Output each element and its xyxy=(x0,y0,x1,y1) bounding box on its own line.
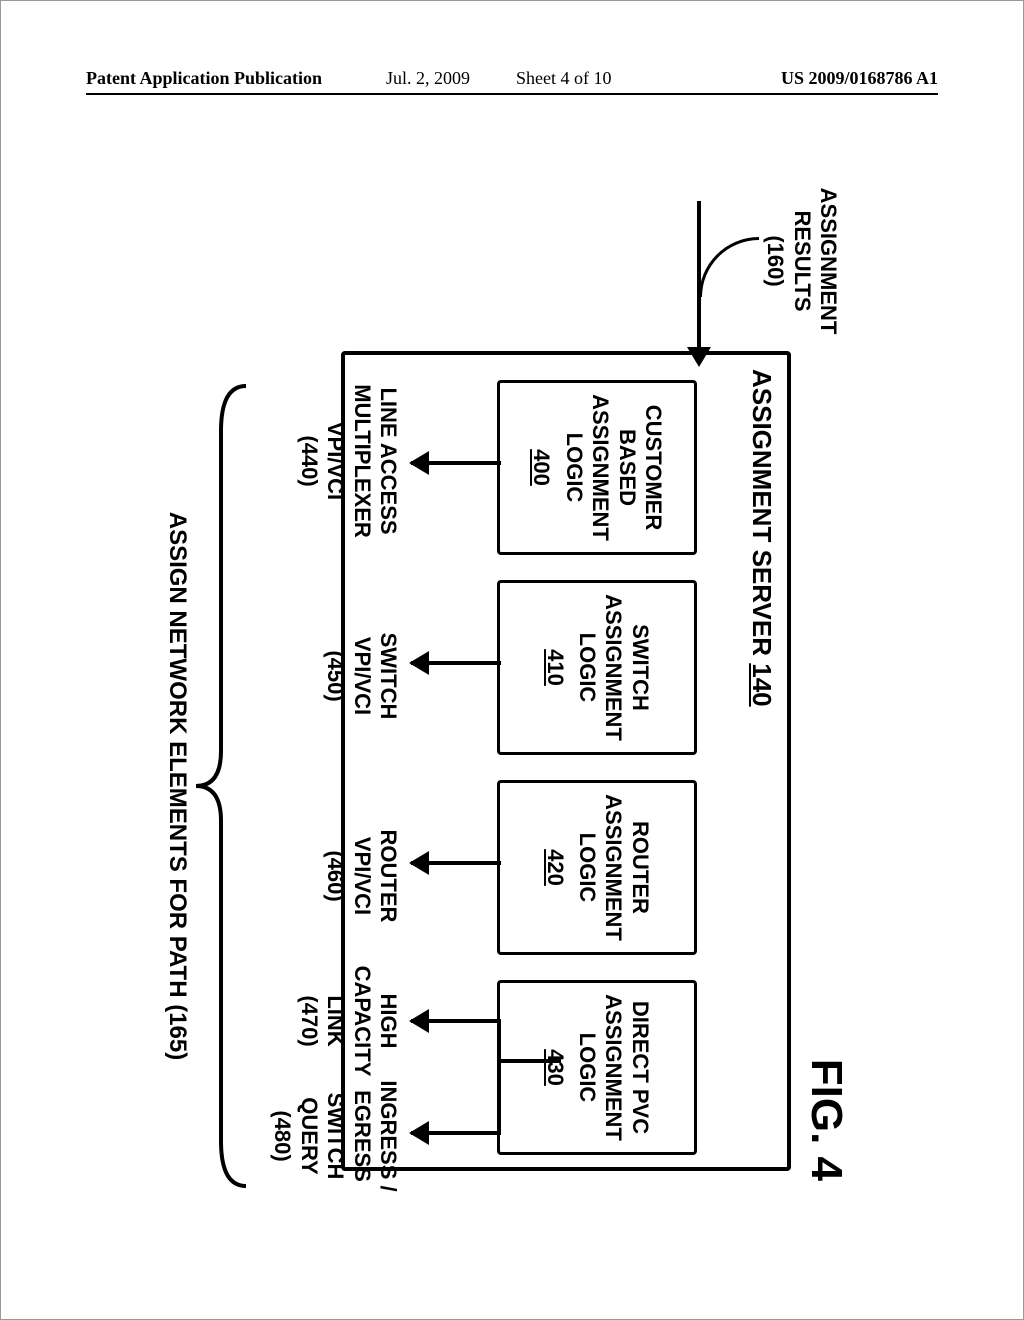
arrow-down-icon xyxy=(411,1019,501,1023)
output-switch-vpivci: SWITCH VPI/VCI (450) xyxy=(322,581,401,771)
o5-l2: EGRESS xyxy=(350,1090,375,1182)
logic4-l3: LOGIC xyxy=(574,1033,600,1103)
logic2-ref: 410 xyxy=(541,649,567,686)
o1-l1: LINE ACCESS xyxy=(376,387,401,534)
logic3-l3: LOGIC xyxy=(574,833,600,903)
direct-pvc-assignment-logic-box: DIRECT PVC ASSIGNMENT LOGIC 430 xyxy=(497,980,697,1155)
output-line-access-multiplexer: LINE ACCESS MULTIPLEXER VPI/VCI (440) xyxy=(295,366,401,556)
logic1-l3: ASSIGNMENT xyxy=(587,394,613,541)
logic3-l1: ROUTER xyxy=(626,821,652,914)
logic2-l1: SWITCH xyxy=(626,624,652,711)
customer-based-assignment-logic-box: CUSTOMER BASED ASSIGNMENT LOGIC 400 xyxy=(497,380,697,555)
header-pubno: US 2009/0168786 A1 xyxy=(781,68,938,89)
figure-stage: FIG. 4 ASSIGNMENT RESULTS (160) ASSIGNME… xyxy=(131,161,851,1211)
logic3-l2: ASSIGNMENT xyxy=(600,794,626,941)
input-label-l3: (160) xyxy=(763,235,788,286)
logic1-l4: LOGIC xyxy=(560,433,586,503)
figure-caption: ASSIGN NETWORK ELEMENTS FOR PATH (165) xyxy=(163,381,191,1191)
input-label-l1: ASSIGNMENT xyxy=(816,188,841,335)
switch-assignment-logic-box: SWITCH ASSIGNMENT LOGIC 410 xyxy=(497,580,697,755)
logic3-ref: 420 xyxy=(541,849,567,886)
o3-l1: ROUTER xyxy=(376,830,401,923)
input-arrow-shaft xyxy=(697,201,701,351)
o3-l2: VPI/VCI xyxy=(350,837,375,915)
header-sheet: Sheet 4 of 10 xyxy=(516,68,611,89)
logic4-l2: ASSIGNMENT xyxy=(600,994,626,1141)
server-title-ref: 140 xyxy=(747,663,777,706)
input-label-l2: RESULTS xyxy=(790,210,815,311)
logic1-l1: CUSTOMER xyxy=(640,405,666,531)
arrow-down-icon xyxy=(411,1131,501,1135)
logic4-ref: 430 xyxy=(541,1049,567,1086)
assignment-server-title: ASSIGNMENT SERVER 140 xyxy=(746,369,777,707)
o1-l3: VPI/VCI xyxy=(323,422,348,500)
o3-l3: (460) xyxy=(323,850,348,901)
output-ingress-egress-switch-query: INGRESS / EGRESS SWITCH QUERY (480) xyxy=(269,1041,401,1231)
input-label: ASSIGNMENT RESULTS (160) xyxy=(762,161,841,361)
o4-l4: (470) xyxy=(297,995,322,1046)
arrow-down-icon xyxy=(411,461,501,465)
o5-l5: (480) xyxy=(270,1110,295,1161)
o5-l3: SWITCH xyxy=(323,1093,348,1180)
o5-l1: INGRESS / xyxy=(376,1080,401,1191)
logic2-l2: ASSIGNMENT xyxy=(600,594,626,741)
o2-l1: SWITCH xyxy=(376,633,401,720)
o2-l2: VPI/VCI xyxy=(350,637,375,715)
header-left: Patent Application Publication xyxy=(86,68,322,89)
brace-icon xyxy=(191,381,251,1191)
server-title-text: ASSIGNMENT SERVER xyxy=(747,369,777,656)
input-leader-curve xyxy=(699,237,759,297)
page: Patent Application Publication Jul. 2, 2… xyxy=(0,0,1024,1320)
logic1-l2: BASED xyxy=(613,429,639,506)
o5-l4: QUERY xyxy=(297,1097,322,1174)
t-connector-bar xyxy=(497,1019,501,1133)
figure-title: FIG. 4 xyxy=(801,1059,851,1181)
header-date: Jul. 2, 2009 xyxy=(386,68,470,89)
header: Patent Application Publication Jul. 2, 2… xyxy=(86,65,938,95)
arrow-down-icon xyxy=(411,861,501,865)
logic2-l3: LOGIC xyxy=(574,633,600,703)
o1-l4: (440) xyxy=(297,435,322,486)
o1-l2: MULTIPLEXER xyxy=(350,384,375,538)
t-connector-stub xyxy=(499,1059,561,1063)
logic1-ref: 400 xyxy=(528,449,554,486)
o4-l3: LINK xyxy=(323,995,348,1046)
o2-l3: (450) xyxy=(323,650,348,701)
arrow-down-icon xyxy=(411,661,501,665)
logic4-l1: DIRECT PVC xyxy=(626,1001,652,1134)
router-assignment-logic-box: ROUTER ASSIGNMENT LOGIC 420 xyxy=(497,780,697,955)
